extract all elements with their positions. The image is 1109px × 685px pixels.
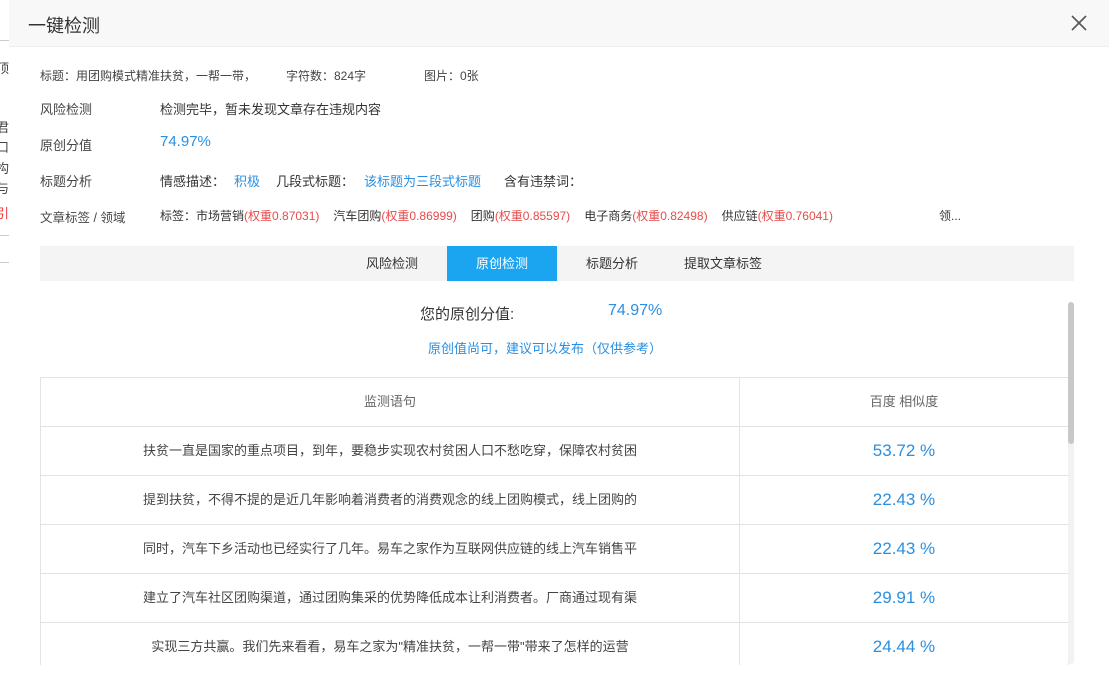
tag-name: 电子商务 — [584, 209, 633, 223]
tag-name: 团购 — [470, 209, 495, 223]
tags-prefix: 标签： — [160, 209, 197, 223]
tab-title-analysis[interactable]: 标题分析 — [570, 246, 654, 281]
background-divider — [0, 262, 9, 263]
similarity-cell[interactable]: 29.91 % — [740, 574, 1069, 622]
publish-advice: 原创值尚可，建议可以发布（仅供参考） — [428, 341, 663, 356]
sentence-cell: 同时，汽车下乡活动也已经实行了几年。易车之家作为互联网供应链的线上汽车销售平 — [41, 525, 740, 573]
sentence-cell: 提到扶贫，不得不提的是近几年影响着消费者的消费观念的线上团购模式，线上团购的 — [41, 476, 740, 524]
tag-name: 市场营销 — [196, 209, 245, 223]
table-row: 扶贫一直是国家的重点项目，到年，要稳步实现农村贫困人口不愁吃穿，保障农村贫困 5… — [41, 427, 1069, 476]
column-similarity: 百度 相似度 — [740, 378, 1069, 426]
dialog-header: 一键检测 — [9, 0, 1109, 47]
title-analysis-label: 标题分析 — [40, 174, 93, 189]
sentence-cell: 建立了汽车社区团购渠道，通过团购集采的优势降低成本让利消费者。厂商通过现有渠 — [41, 574, 740, 622]
banned-words-label: 含有违禁词： — [504, 174, 583, 189]
segment-title-value: 该标题为三段式标题 — [364, 174, 482, 189]
original-score-value: 74.97% — [160, 133, 211, 150]
similarity-cell[interactable]: 22.43 % — [740, 476, 1069, 524]
similarity-cell[interactable]: 24.44 % — [740, 623, 1069, 665]
background-text: 顶 — [0, 61, 10, 76]
similarity-cell[interactable]: 53.72 % — [740, 427, 1069, 475]
background-text: 构 — [0, 161, 10, 176]
close-icon — [1071, 15, 1087, 31]
sentiment-label: 情感描述： — [160, 174, 226, 189]
tab-originality-detection[interactable]: 原创检测 — [447, 246, 557, 281]
tag-name: 汽车团购 — [333, 209, 382, 223]
background-text: 引 — [0, 206, 10, 221]
table-row: 实现三方共赢。我们先来看看，易车之家为"精准扶贫，一帮一带"带来了怎样的运营 2… — [41, 623, 1069, 665]
tab-extract-tags[interactable]: 提取文章标签 — [668, 246, 778, 281]
tag-weight: (权重0.85597) — [494, 209, 571, 223]
risk-value: 检测完毕，暂未发现文章存在违规内容 — [160, 102, 382, 117]
tag-item: 市场营销(权重0.87031) — [196, 209, 319, 223]
table-header: 监测语句 百度 相似度 — [41, 378, 1069, 427]
panel-scrollbar[interactable] — [1068, 302, 1074, 664]
tag-item: 汽车团购(权重0.86999) — [333, 209, 456, 223]
image-count: 图片：0张 — [424, 69, 479, 83]
segment-title-label: 几段式标题： — [276, 174, 355, 189]
background-divider — [0, 235, 9, 236]
sentence-cell: 实现三方共赢。我们先来看看，易车之家为"精准扶贫，一帮一带"带来了怎样的运营 — [41, 623, 740, 665]
your-score-value: 74.97% — [608, 302, 663, 319]
detection-dialog: 一键检测 标题：用团购模式精准扶贫，一帮一带， 字符数：824字 图片：0张 风… — [9, 0, 1109, 685]
table-row: 建立了汽车社区团购渠道，通过团购集采的优势降低成本让利消费者。厂商通过现有渠 2… — [41, 574, 1069, 623]
tag-weight: (权重0.86999) — [381, 209, 457, 223]
sentiment-value: 积极 — [234, 174, 261, 189]
similarity-table: 监测语句 百度 相似度 扶贫一直是国家的重点项目，到年，要稳步实现农村贫困人口不… — [40, 377, 1069, 665]
detection-tabs: 风险检测 原创检测 标题分析 提取文章标签 — [40, 246, 1074, 281]
domain-truncated: 领... — [939, 209, 962, 223]
tag-item: 团购(权重0.85597) — [471, 209, 570, 223]
similarity-cell[interactable]: 22.43 % — [740, 525, 1069, 573]
your-score-label: 您的原创分值: — [420, 306, 515, 323]
sentence-cell: 扶贫一直是国家的重点项目，到年，要稳步实现农村贫困人口不愁吃穿，保障农村贫困 — [41, 427, 740, 475]
originality-panel: 您的原创分值: 74.97% 原创值尚可，建议可以发布（仅供参考） 监测语句 百… — [40, 281, 1074, 665]
background-text: 君 — [0, 120, 10, 135]
tags-list: 标签：市场营销(权重0.87031) 汽车团购(权重0.86999) 团购(权重0.… — [160, 207, 847, 224]
close-button[interactable] — [1068, 12, 1090, 34]
original-score-label: 原创分值 — [40, 138, 93, 153]
background-text: 与 — [0, 181, 10, 196]
table-row: 同时，汽车下乡活动也已经实行了几年。易车之家作为互联网供应链的线上汽车销售平 2… — [41, 525, 1069, 574]
background-text: 口 — [0, 140, 10, 155]
article-title: 标题：用团购模式精准扶贫，一帮一带， — [40, 69, 257, 83]
tag-name: 供应链 — [721, 209, 758, 223]
risk-label: 风险检测 — [40, 102, 93, 117]
tag-weight: (权重0.87031) — [244, 209, 320, 223]
table-row: 提到扶贫，不得不提的是近几年影响着消费者的消费观念的线上团购模式，线上团购的 2… — [41, 476, 1069, 525]
tab-risk-detection[interactable]: 风险检测 — [350, 246, 434, 281]
tag-item: 供应链(权重0.76041) — [722, 209, 833, 223]
background-divider — [0, 40, 9, 41]
tag-item: 电子商务(权重0.82498) — [584, 209, 707, 223]
tags-domain-label: 文章标签 / 领域 — [40, 211, 126, 225]
tag-weight: (权重0.82498) — [632, 209, 708, 223]
dialog-title: 一键检测 — [28, 16, 100, 36]
scrollbar-thumb[interactable] — [1068, 302, 1074, 444]
char-count: 字符数：824字 — [286, 69, 367, 83]
tag-weight: (权重0.76041) — [757, 209, 833, 223]
column-sentence: 监测语句 — [41, 378, 740, 426]
